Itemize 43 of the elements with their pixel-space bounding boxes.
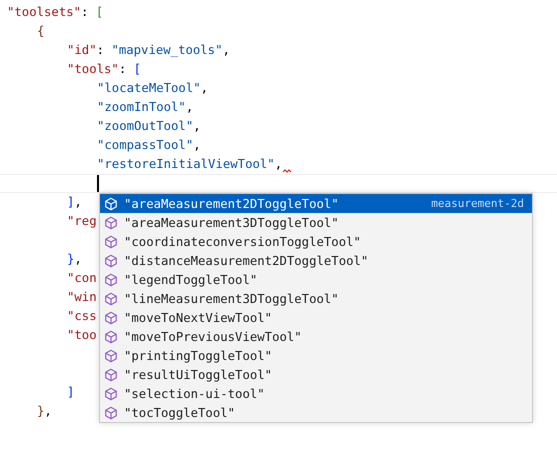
code-line: },: [37, 403, 52, 420]
suggestion-item[interactable]: "moveToPreviousViewTool": [100, 327, 532, 346]
code-line: "reg: [67, 213, 97, 230]
code-line: "tools": [: [67, 61, 142, 78]
suggestion-item[interactable]: "printingToggleTool": [100, 346, 532, 365]
text-cursor: [97, 175, 99, 192]
code-line: "css: [67, 308, 97, 325]
code-line: ],: [67, 194, 82, 211]
cube-icon: [104, 386, 118, 400]
suggestion-item[interactable]: "coordinateconversionToggleTool": [100, 232, 532, 251]
suggestion-item[interactable]: "selection-ui-tool": [100, 384, 532, 403]
cube-icon: [104, 272, 118, 286]
code-line: "id": "mapview_tools",: [67, 42, 230, 59]
cube-icon: [104, 254, 118, 268]
code-line: "zoomInTool",: [97, 99, 194, 116]
code-line: },: [67, 251, 82, 268]
code-line: "con: [67, 270, 97, 287]
code-line: "zoomOutTool",: [97, 118, 201, 135]
code-line: "locateMeTool",: [97, 80, 208, 97]
cube-icon: [104, 196, 118, 210]
cube-icon: [104, 234, 118, 248]
suggestion-item[interactable]: "legendToggleTool": [100, 270, 532, 289]
cube-icon: [104, 406, 118, 420]
suggestion-item[interactable]: "lineMeasurement3DToggleTool": [100, 289, 532, 308]
suggestion-item[interactable]: "distanceMeasurement2DToggleTool": [100, 251, 532, 270]
cube-icon: [104, 348, 118, 362]
suggestion-item[interactable]: "resultUiToggleTool": [100, 365, 532, 384]
cube-icon: [104, 368, 118, 382]
suggestion-item[interactable]: "areaMeasurement3DToggleTool": [100, 213, 532, 232]
code-line: {: [37, 23, 44, 40]
suggestion-item[interactable]: "areaMeasurement2DToggleTool" measurement-2d: [100, 194, 532, 213]
suggestion-item[interactable]: "tocToggleTool": [100, 403, 532, 422]
code-line: "compassTool",: [97, 137, 201, 154]
cube-icon: [104, 330, 118, 344]
suggestion-item[interactable]: "moveToNextViewTool": [100, 308, 532, 327]
code-line: "win: [67, 289, 97, 306]
code-line: "too: [67, 327, 97, 344]
cube-icon: [104, 310, 118, 324]
cube-icon: [104, 216, 118, 230]
code-line: "toolsets": [: [7, 4, 104, 21]
code-line: "restoreInitialViewTool",: [97, 156, 282, 173]
cube-icon: [104, 292, 118, 306]
code-line: ]: [67, 384, 74, 401]
